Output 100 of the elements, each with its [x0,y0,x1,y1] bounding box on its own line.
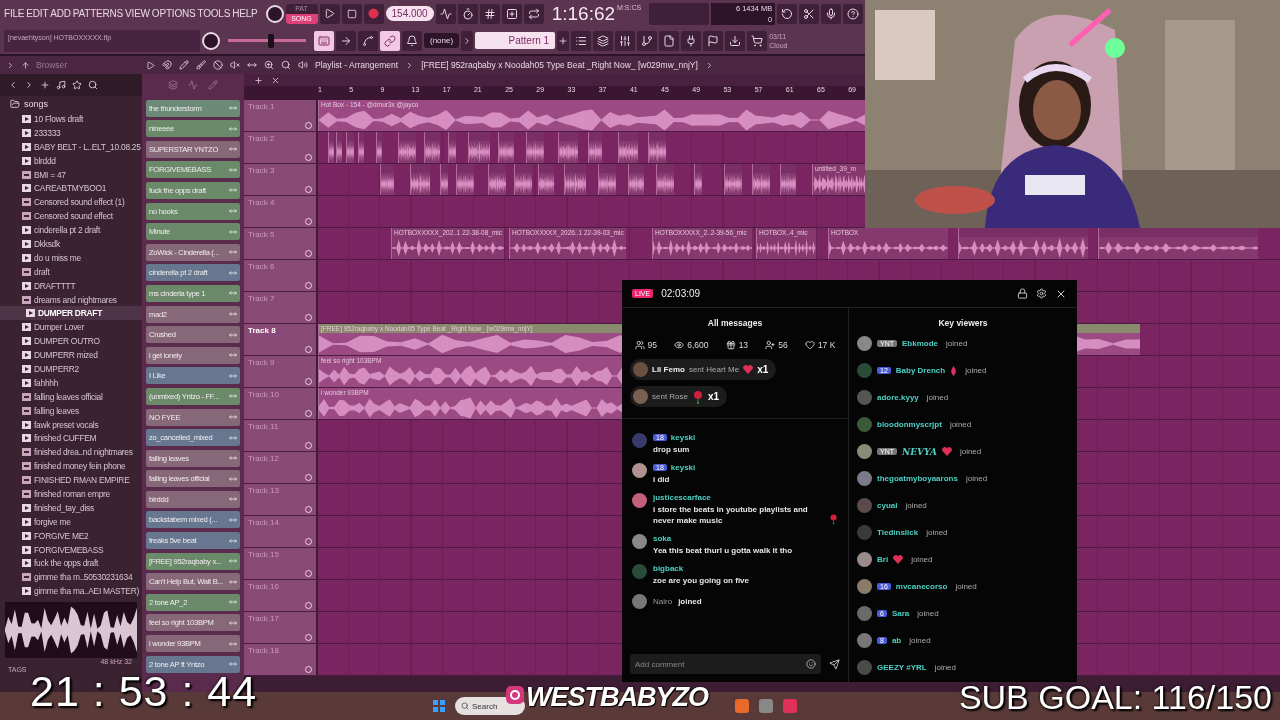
user-name[interactable]: justicescarface [653,493,711,502]
browser-item[interactable]: DUMPER DRAFT [0,306,142,321]
live-duration: 02:03:09 [661,288,702,299]
browser-item[interactable]: Censored sound effect [0,209,142,224]
user-name[interactable]: adore.kyyy [877,393,919,402]
track-name: Track 11 [248,422,280,431]
user-name[interactable]: cyual [877,501,898,510]
track-header[interactable]: Track 8 [244,324,316,355]
browser-item[interactable]: BABY BELT - L..ELT_10.08.25 [0,139,142,154]
comment-field[interactable]: Add comment [635,659,785,669]
menu-item[interactable]: VIEW [125,8,150,19]
menu-item[interactable]: HELP [232,8,258,19]
track-name: Track 15 [248,550,280,559]
join-status: joined [911,555,933,564]
comment-box[interactable]: Add comment [630,654,821,674]
menu-item[interactable]: FILE [4,8,25,19]
browser-item[interactable]: falling leaves official [0,389,142,404]
join-notice: joined [678,596,702,607]
taskbar-search[interactable]: Search [455,697,525,715]
menu-item[interactable]: OPTIONS [151,8,196,19]
browser-item[interactable]: finished CUFFEM [0,431,142,446]
browser-item[interactable]: 10 Flows draft [0,112,142,126]
menu-item[interactable]: EDIT [26,8,49,19]
browser-item[interactable]: DRAFTTTT [0,278,142,293]
browser-item[interactable]: dreams and nightmares [0,292,142,307]
user-name[interactable]: Bri [877,555,889,564]
browser-item[interactable]: BMI = 47 [0,167,142,182]
track-name: Track 16 [248,582,280,591]
browser-item[interactable]: finished roman empre [0,487,142,501]
browser-item[interactable]: 233333 [0,125,142,140]
join-status: joined [946,339,968,348]
menu-item[interactable]: PATTERNS [72,8,124,19]
user-name[interactable]: bloodonmyscrjpt [877,420,942,429]
browser-item[interactable]: do u miss me [0,250,142,265]
join-status: joined [934,663,956,672]
browser-item[interactable]: fuck the opps draft [0,556,142,571]
browser-item[interactable]: falling leaves [0,403,142,418]
pattern-field[interactable]: Pattern 1 [475,32,556,49]
browser-item[interactable]: blrddd [0,153,142,168]
browser-item[interactable]: DUMPER OUTRO [0,334,142,349]
browser-item[interactable]: fahhhh [0,375,142,390]
browser-item[interactable]: gimme tha m..50530231634 [0,570,142,585]
browser-item[interactable]: Dkksdk [0,237,142,251]
join-status: joined [905,501,927,510]
chat-message: i store the beats in youtube playlists and never make music [653,504,809,526]
gift-count: x1 [708,391,720,402]
menu-item[interactable]: ADD [50,8,71,19]
user-name: Lil Femo [652,365,685,374]
join-status: joined [959,447,982,456]
track-name: Track 6 [248,262,276,271]
browser-item[interactable]: Censored sound effect (1) [0,195,142,210]
user-name[interactable]: Baby Drench [895,366,946,375]
browser-item[interactable]: gimme tha ma..AEI MASTER) [0,584,142,599]
browser-item[interactable]: forgive me [0,514,142,529]
track-name: Track 14 [248,518,280,527]
user-name[interactable]: Nairo [653,597,673,606]
browser-item[interactable]: DUMPERR mized [0,348,142,363]
browser-item[interactable]: FORGIVE ME2 [0,528,142,543]
user-name[interactable]: mvcanecorso [895,582,948,591]
user-name[interactable]: Ebkmode [902,339,938,348]
tempo-display[interactable]: 154.000 [385,6,434,21]
browser-item[interactable]: Dumper Lover [0,320,142,335]
browser-item[interactable]: DUMPERR2 [0,362,142,376]
browser-item[interactable]: finished drea..nd nightmares [0,445,142,460]
browser-item[interactable]: draft [0,264,142,279]
user-name[interactable]: keyski [670,433,696,442]
browser-item[interactable]: FINISHED RMAN EMPIRE [0,473,142,488]
browser-item[interactable]: FORGIVEMEBASS [0,542,142,557]
gift-count: x1 [757,364,769,375]
join-status: joined [917,609,939,618]
user-name[interactable]: bigback [653,564,684,573]
user-name[interactable]: Tiedinslick [877,528,919,537]
user-name[interactable]: Sara [891,609,910,618]
menu-item[interactable]: TOOLS [197,8,231,19]
browser-item[interactable]: cinderella pt 2 draft [0,223,142,237]
browser-item[interactable]: finished_tay_diss [0,500,142,515]
user-name[interactable]: thegoatmyboyaarons [877,474,958,483]
user-name[interactable]: ab [891,636,902,645]
user-name[interactable]: NEVYA [902,446,937,457]
chat-message: Yea this beat thurl u gotta walk it tho [653,545,793,556]
user-name[interactable]: keyski [670,463,696,472]
gift-action: sent Rose [652,392,689,401]
sub-goal: SUB GOAL: 116/150 [958,680,1272,714]
browser-item[interactable]: finished money fein phone [0,459,142,474]
browser-item[interactable]: CAREABTMYBOO1 [0,181,142,196]
track-name: Track 4 [248,198,276,207]
join-status: joined [926,393,949,402]
chat-message: drop sum [653,444,690,455]
browser-item[interactable]: fawk preset vocals [0,417,142,432]
pattern-dropdown[interactable]: (none) [424,33,460,48]
chat-message: i did [653,474,670,485]
stat-count: 17 K [804,340,836,350]
user-name[interactable]: soka [653,534,672,543]
time-value: 1:16:62 [551,2,616,25]
join-status: joined [965,474,988,483]
channel-name: WESTBABYZO [526,684,708,711]
browser-title: Browser [36,60,68,70]
folder-name[interactable]: songs [24,99,49,109]
user-name[interactable]: GEEZY #YRL [877,663,927,672]
track-name: Track 2 [248,134,276,143]
